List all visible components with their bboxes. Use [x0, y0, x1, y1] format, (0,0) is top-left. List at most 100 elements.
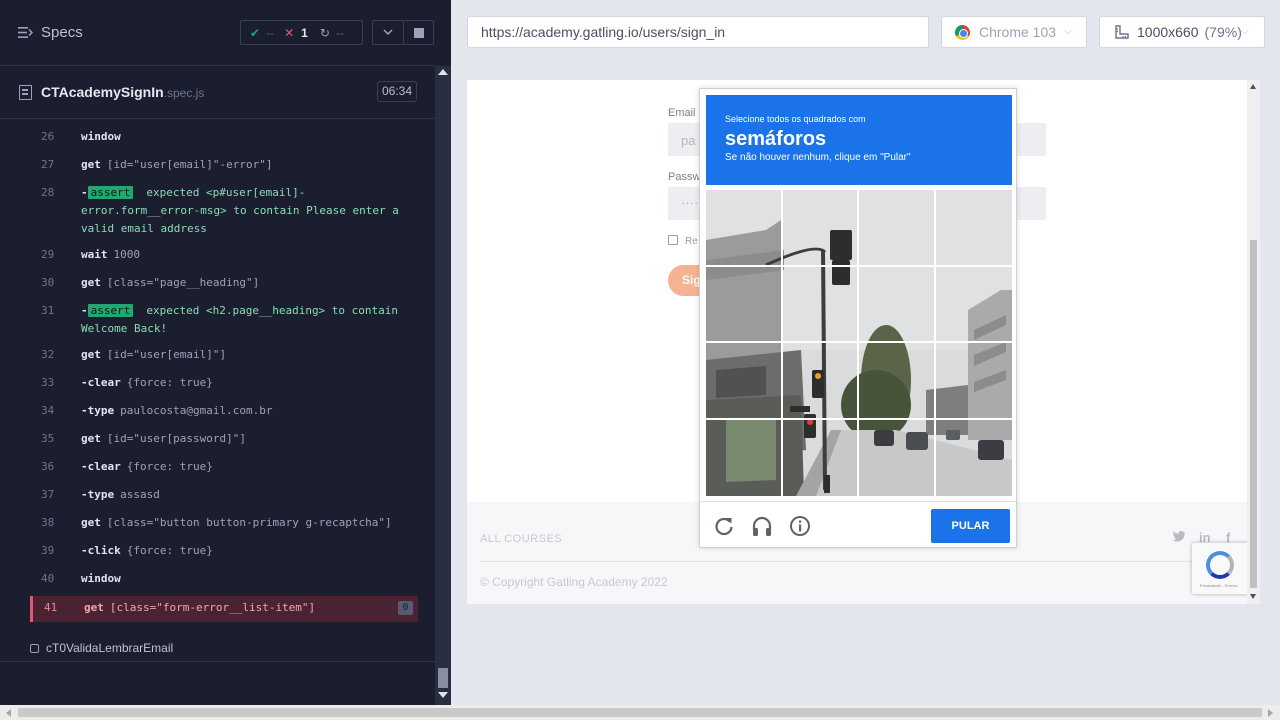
viewport-selector[interactable]: 1000x660 (79%) ⌵	[1099, 16, 1265, 48]
scrollbar-thumb[interactable]	[1250, 240, 1257, 588]
captcha-divider	[700, 501, 1016, 502]
captcha-target: semáforos	[725, 128, 827, 150]
command-row[interactable]: 39 -click {force: true}	[30, 542, 418, 564]
scroll-up-arrow-icon[interactable]	[1250, 84, 1256, 89]
command-message: [class="page__heading"]	[106, 276, 260, 289]
all-courses-link[interactable]: ALL COURSES	[480, 533, 562, 545]
command-name: get	[84, 601, 104, 614]
command-row[interactable]: 33 -clear {force: true}	[30, 374, 418, 396]
command-number: 36	[41, 460, 55, 473]
assert-message-line: expected <h2.page__heading> to contain	[146, 304, 399, 317]
command-body: get [class="button button-primary g-recap…	[81, 514, 410, 532]
street-scene-image	[706, 190, 1012, 496]
reporter-panel: Specs ✔ -- ✕ 1 ↻ -- CTAcademySignIn.spec…	[0, 0, 451, 705]
remember-checkbox[interactable]	[668, 235, 678, 245]
command-row[interactable]: 36 -clear {force: true}	[30, 458, 418, 480]
command-body: get [id="user[email]"]	[81, 346, 410, 364]
command-body: -clear {force: true}	[81, 458, 410, 476]
command-row[interactable]: 27 get [id="user[email]"-error"]	[30, 156, 418, 178]
assert-badge: assert	[87, 304, 134, 317]
command-number: 30	[41, 276, 55, 289]
twitter-icon[interactable]	[1172, 530, 1186, 545]
scroll-up-arrow-icon[interactable]	[438, 69, 448, 75]
command-row[interactable]: 31 - assert expected <h2.page__heading> to …	[30, 302, 418, 342]
command-name: wait	[81, 248, 108, 261]
command-name: get	[81, 348, 101, 361]
pending-icon: ↻	[319, 25, 330, 40]
chevron-down-icon	[383, 29, 393, 36]
captcha-image-grid[interactable]	[706, 190, 1012, 496]
command-row[interactable]: 40 window	[30, 570, 418, 592]
specs-menu-icon[interactable]	[18, 26, 33, 39]
scroll-right-arrow-icon[interactable]	[1268, 709, 1273, 717]
command-message: {force: true}	[126, 544, 213, 557]
command-message: [id="user[password]"]	[106, 432, 246, 445]
command-row[interactable]: 38 get [class="button button-primary g-rec…	[30, 514, 418, 536]
command-number: 32	[41, 348, 55, 361]
command-message: [id="user[email]"-error"]	[106, 158, 273, 171]
scrollbar-thumb[interactable]	[438, 668, 448, 688]
recaptcha-privacy-text[interactable]: Privacidade - Termos	[1200, 583, 1238, 588]
command-number: 31	[41, 304, 55, 317]
info-icon[interactable]	[789, 515, 811, 537]
browser-selector[interactable]: Chrome 103 ⌵	[941, 16, 1087, 48]
expand-button[interactable]	[372, 20, 404, 45]
copyright-text: © Copyright Gatling Academy 2022	[480, 575, 668, 589]
url-bar[interactable]: https://academy.gatling.io/users/sign_in	[467, 16, 929, 48]
grid-line	[857, 190, 859, 496]
command-body: get [class="page__heading"]	[81, 274, 410, 292]
stop-icon	[414, 28, 424, 38]
grid-line	[934, 190, 936, 496]
scroll-left-arrow-icon[interactable]	[6, 709, 11, 717]
grid-line	[706, 265, 1012, 267]
reporter-scrollbar[interactable]	[435, 66, 451, 705]
reload-icon[interactable]	[713, 515, 735, 537]
iframe-scrollbar[interactable]	[1247, 80, 1260, 604]
cypress-runner: Specs ✔ -- ✕ 1 ↻ -- CTAcademySignIn.spec…	[0, 0, 1280, 720]
command-row[interactable]: 34 -type paulocosta@gmail.com.br	[30, 402, 418, 424]
command-body: -clear {force: true}	[81, 374, 410, 392]
spec-file-name[interactable]: CTAcademySignIn.spec.js	[41, 84, 204, 100]
command-row[interactable]: 32 get [id="user[email]"]	[30, 346, 418, 368]
command-name: -type	[81, 404, 115, 417]
scroll-down-arrow-icon[interactable]	[438, 692, 448, 698]
specs-title[interactable]: Specs	[41, 24, 83, 41]
command-name: get	[81, 158, 101, 171]
command-body: -type paulocosta@gmail.com.br	[81, 402, 410, 420]
password-label: Passw	[668, 171, 701, 183]
recaptcha-badge[interactable]: Privacidade - Termos	[1192, 543, 1252, 594]
horizontal-scrollbar[interactable]	[0, 705, 1280, 720]
command-name: -type	[81, 488, 115, 501]
passed-icon: ✔	[250, 25, 261, 40]
spec-duration: 06:34	[377, 81, 417, 102]
assert-prefix: -	[81, 304, 88, 317]
command-name: -click	[81, 544, 121, 557]
browser-label: Chrome 103	[979, 24, 1057, 40]
command-row[interactable]: 41 get [class="form-error__list-item"] 0	[30, 596, 418, 622]
command-number: 26	[41, 130, 55, 143]
stop-button[interactable]	[404, 20, 434, 45]
command-number: 37	[41, 488, 55, 501]
command-row[interactable]: 29 wait 1000	[30, 246, 418, 268]
command-name: -clear	[81, 376, 121, 389]
chevron-down-icon: ⌵	[1064, 26, 1072, 37]
command-row[interactable]: 30 get [class="page__heading"]	[30, 274, 418, 296]
audio-icon[interactable]	[751, 515, 773, 537]
command-row[interactable]: 37 -type assasd	[30, 486, 418, 508]
command-row[interactable]: 26 window	[30, 128, 418, 150]
command-number: 33	[41, 376, 55, 389]
spec-file-ext: .spec.js	[163, 86, 205, 100]
scrollbar-thumb[interactable]	[18, 708, 1262, 717]
viewport-size: 1000x660	[1137, 24, 1199, 40]
email-label: Email	[668, 107, 696, 119]
test-title[interactable]: cT0ValidaLembrarEmail	[30, 641, 173, 655]
viewport-label: 1000x660 (79%)	[1137, 17, 1242, 47]
grid-line	[706, 341, 1012, 343]
command-row[interactable]: 35 get [id="user[password]"]	[30, 430, 418, 452]
command-row[interactable]: 28 - assert expected <p#user[email]- error.f…	[30, 184, 418, 242]
assert-prefix: -	[81, 186, 88, 199]
skip-button[interactable]: PULAR	[931, 509, 1010, 543]
command-name: get	[81, 276, 101, 289]
viewport-zoom: (79%)	[1204, 24, 1242, 40]
scroll-down-arrow-icon[interactable]	[1250, 594, 1256, 599]
